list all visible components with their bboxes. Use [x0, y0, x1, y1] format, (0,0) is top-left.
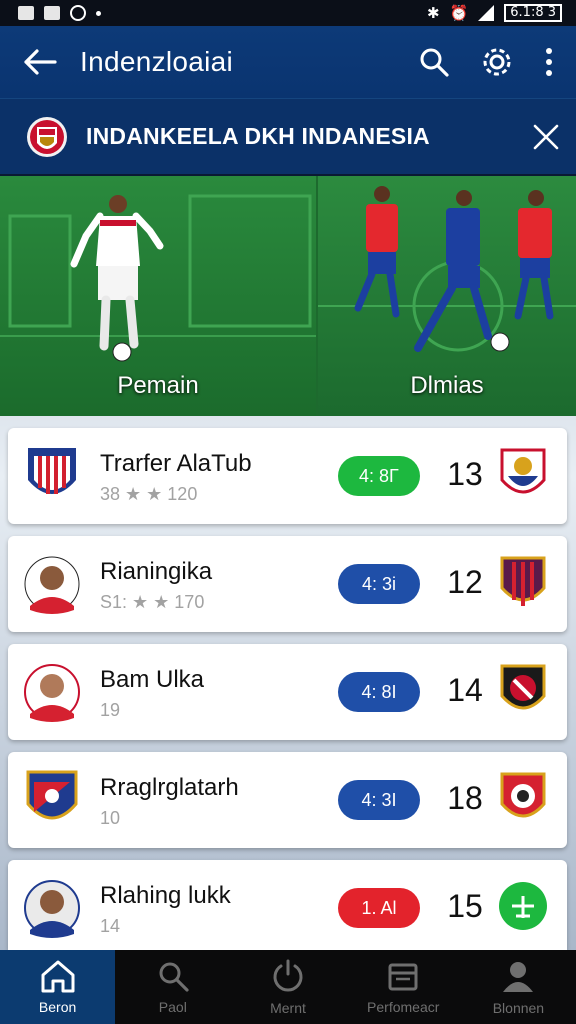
nav-label-search: Paol	[158, 999, 187, 1015]
list-item[interactable]: Trarfer AlaTub 38 ★ ★ 120 4: 8Γ 13	[8, 428, 567, 524]
app-bar: Indenzloaiai	[0, 26, 576, 98]
power-icon	[273, 959, 303, 992]
search-icon	[159, 962, 189, 992]
nav-label-home: Beron	[38, 999, 77, 1015]
battery-time: 6.1:8 3	[504, 4, 562, 22]
score-pill[interactable]: 1. Al	[338, 888, 420, 928]
search-icon[interactable]	[418, 46, 450, 78]
status-bar: ✱ ⏰ 6.1:8 3	[0, 0, 576, 26]
club-crest-icon	[28, 448, 76, 494]
opponent-crest-icon	[500, 664, 546, 710]
match-meta: 10	[100, 808, 121, 828]
match-name: Rianingika	[100, 558, 213, 585]
match-name: Rraglrglatarh	[100, 774, 239, 801]
opponent-crest-icon	[500, 448, 546, 494]
list-item[interactable]: Rraglrglatarh 10 4: 3I 18	[8, 752, 567, 848]
calendar-icon	[388, 963, 418, 991]
alarm-icon: ⏰	[449, 4, 469, 22]
player-panel[interactable]: Pemain	[0, 176, 316, 416]
player-avatar	[24, 880, 80, 938]
league-banner: INDANKEELA DKH INDANESIA	[0, 98, 576, 174]
banner-title: INDANKEELA DKH INDANESIA	[86, 123, 430, 149]
opponent-crest-icon	[500, 772, 546, 818]
nav-item-calendar[interactable]: Perfomeacr	[346, 950, 461, 1024]
settings-gear-icon[interactable]	[480, 45, 514, 79]
score-pill[interactable]: 4: 8I	[338, 672, 420, 712]
list-item[interactable]: Rianingika S1: ★ ★ 170 4: 3i 12	[8, 536, 567, 632]
nav-label-profile: Blonnen	[492, 1000, 545, 1016]
profile-icon	[503, 962, 534, 992]
signal-icon	[478, 5, 495, 21]
notification-icon	[18, 6, 34, 20]
score-pill[interactable]: 4: 3i	[338, 564, 420, 604]
app-icon	[44, 6, 60, 20]
dot-icon	[96, 10, 101, 16]
nav-item-search[interactable]: Paol	[115, 950, 230, 1024]
match-meta: 19	[100, 700, 121, 720]
back-button[interactable]	[0, 48, 80, 76]
opponent-crest-icon	[499, 882, 547, 930]
nav-item-profile[interactable]: Blonnen	[461, 950, 576, 1024]
close-button[interactable]	[516, 124, 576, 150]
bottom-navigation: Beron Paol Mernt Perfomeacr Blonnen	[0, 950, 576, 1024]
hero-section: Pemain Dlmias	[0, 176, 576, 416]
nav-label-calendar: Perfomeacr	[367, 999, 440, 1015]
match-number: 15	[447, 888, 483, 924]
match-number: 18	[447, 780, 483, 816]
nav-item-home[interactable]: Beron	[0, 950, 116, 1024]
match-number: 12	[447, 564, 483, 600]
match-name: Bam Ulka	[100, 666, 205, 693]
sync-icon	[70, 5, 86, 21]
match-meta: S1: ★ ★ 170	[100, 592, 205, 612]
league-crest-icon	[27, 116, 67, 157]
clubs-label: Dlmias	[410, 372, 484, 399]
match-number: 14	[447, 672, 483, 708]
close-icon	[533, 124, 559, 149]
match-name: Rlahing lukk	[100, 882, 231, 909]
clubs-panel[interactable]: Dlmias	[318, 176, 576, 416]
player-avatar	[24, 664, 80, 722]
score-pill[interactable]: 4: 8Γ	[338, 456, 420, 496]
player-avatar	[24, 556, 80, 614]
bluetooth-icon: ✱	[427, 4, 440, 22]
more-vert-icon[interactable]	[544, 47, 554, 77]
nav-item-power[interactable]: Mernt	[230, 950, 345, 1024]
list-item[interactable]: Rlahing lukk 14 1. Al 15	[8, 860, 567, 950]
back-arrow-icon	[24, 49, 57, 75]
match-number: 13	[447, 456, 483, 492]
match-name: Trarfer AlaTub	[100, 450, 252, 477]
player-label: Pemain	[117, 372, 199, 399]
match-meta: 14	[100, 916, 121, 936]
club-crest-icon	[26, 770, 78, 820]
opponent-crest-icon	[500, 556, 546, 606]
match-meta: 38 ★ ★ 120	[100, 484, 198, 504]
home-icon	[41, 960, 75, 993]
nav-label-power: Mernt	[270, 1000, 306, 1016]
list-item[interactable]: Bam Ulka 19 4: 8I 14	[8, 644, 567, 740]
app-title: Indenzloaiai	[80, 46, 234, 77]
score-pill[interactable]: 4: 3I	[338, 780, 420, 820]
